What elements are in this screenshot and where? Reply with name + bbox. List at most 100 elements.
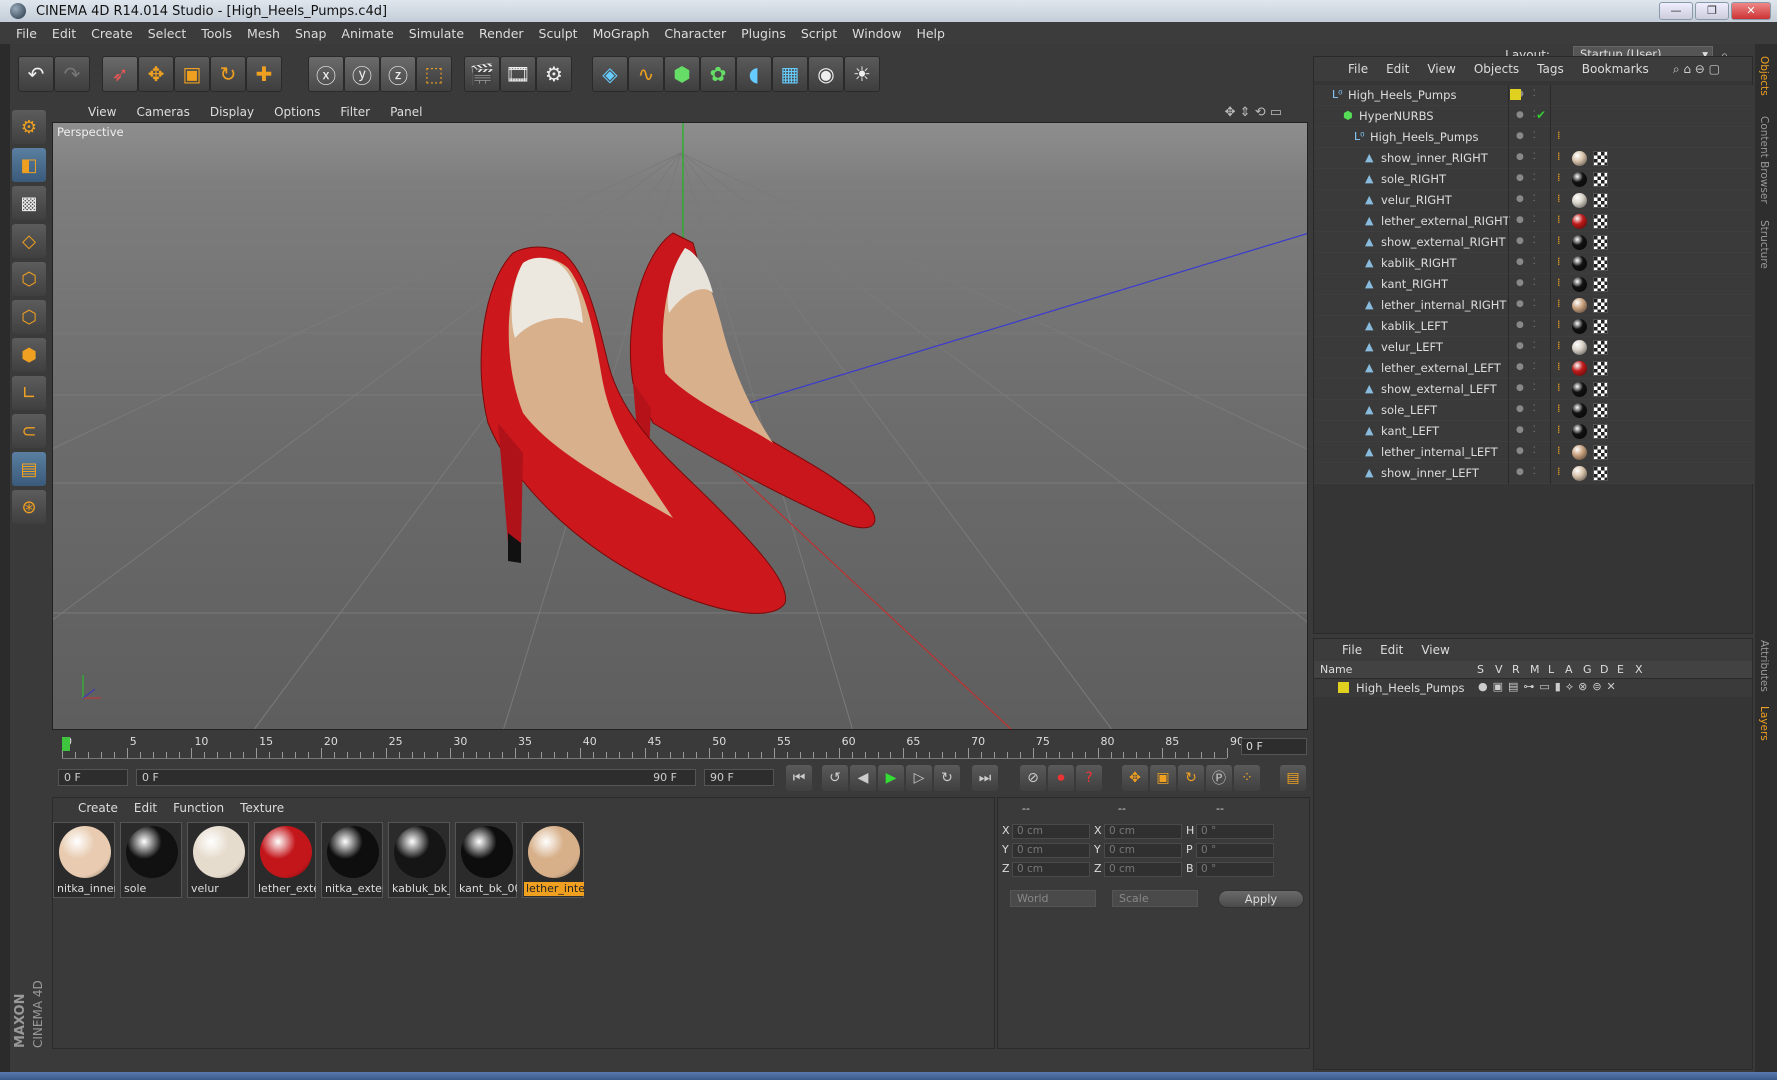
- magnet-snap-icon[interactable]: ⊂: [12, 414, 46, 448]
- start-frame-field[interactable]: 0 F: [58, 769, 128, 786]
- layer-column-header[interactable]: M: [1530, 663, 1540, 676]
- uvw-tag-icon[interactable]: [1593, 361, 1608, 376]
- menu-tools[interactable]: Tools: [201, 26, 232, 41]
- uvw-tag-icon[interactable]: [1593, 340, 1608, 355]
- object-row[interactable]: ▲ lether_external_LEFT ● ⁚ ⁞: [1314, 358, 1754, 379]
- layer-name[interactable]: High_Heels_Pumps: [1356, 681, 1464, 695]
- visibility-dots-icon[interactable]: ● ⁚: [1516, 152, 1546, 162]
- phong-tag-icon[interactable]: ⁞: [1557, 129, 1561, 142]
- material-tag-icon[interactable]: [1572, 424, 1587, 439]
- points-mode-icon[interactable]: ⬡: [12, 262, 46, 296]
- timeline-ruler[interactable]: 051015202530354045505560657075808590: [62, 735, 1244, 759]
- layer-column-header[interactable]: V: [1495, 663, 1503, 676]
- material-menu-create[interactable]: Create: [78, 801, 118, 815]
- phong-tag-icon[interactable]: ⁞: [1557, 444, 1561, 457]
- object-name[interactable]: sole_RIGHT: [1381, 172, 1446, 186]
- uvw-tag-icon[interactable]: [1593, 445, 1608, 460]
- object-name[interactable]: show_inner_RIGHT: [1381, 151, 1488, 165]
- menu-script[interactable]: Script: [801, 26, 837, 41]
- material-tag-icon[interactable]: [1572, 214, 1587, 229]
- layer-row[interactable]: High_Heels_Pumps ●▣▤⊶▭▮⟡⊗⊜✕: [1314, 679, 1752, 697]
- menu-window[interactable]: Window: [852, 26, 901, 41]
- object-name[interactable]: lether_external_RIGHT: [1381, 214, 1510, 228]
- close-button[interactable]: ✕: [1731, 2, 1771, 20]
- visibility-dots-icon[interactable]: ● ⁚: [1516, 341, 1546, 351]
- object-name[interactable]: show_inner_LEFT: [1381, 466, 1479, 480]
- phong-tag-icon[interactable]: ⁞: [1557, 381, 1561, 394]
- layer-color-icon[interactable]: [1510, 89, 1521, 100]
- object-row[interactable]: ▲ lether_external_RIGHT ● ⁚ ⁞: [1314, 211, 1754, 232]
- coordinate-system-icon[interactable]: ⬚: [416, 56, 452, 92]
- menu-edit[interactable]: Edit: [52, 26, 76, 41]
- object-row[interactable]: ▲ show_external_RIGHT ● ⁚ ⁞: [1314, 232, 1754, 253]
- record-parameter-icon[interactable]: Ⓟ: [1206, 765, 1232, 791]
- material-swatch[interactable]: nitka_inner: [53, 822, 115, 898]
- object-name[interactable]: show_external_LEFT: [1381, 382, 1497, 396]
- material-tag-icon[interactable]: [1572, 277, 1587, 292]
- enabled-check-icon[interactable]: ✔: [1536, 108, 1546, 122]
- visibility-dots-icon[interactable]: ● ⁚: [1516, 131, 1546, 141]
- material-swatch[interactable]: sole: [120, 822, 182, 898]
- material-menu-edit[interactable]: Edit: [134, 801, 157, 815]
- y-axis-lock-icon[interactable]: ⓨ: [344, 56, 380, 92]
- objects-menu-view[interactable]: View: [1427, 62, 1455, 76]
- object-name[interactable]: velur_LEFT: [1381, 340, 1443, 354]
- uvw-tag-icon[interactable]: [1593, 403, 1608, 418]
- axis-mode-icon[interactable]: ∟: [12, 376, 46, 410]
- menu-character[interactable]: Character: [664, 26, 726, 41]
- object-row[interactable]: ▲ kablik_RIGHT ● ⁚ ⁞: [1314, 253, 1754, 274]
- material-tag-icon[interactable]: [1572, 466, 1587, 481]
- object-name[interactable]: sole_LEFT: [1381, 403, 1437, 417]
- visibility-dots-icon[interactable]: ● ⁚: [1516, 299, 1546, 309]
- minimize-button[interactable]: —: [1659, 2, 1693, 20]
- playhead[interactable]: [62, 737, 70, 751]
- material-tag-icon[interactable]: [1572, 445, 1587, 460]
- material-tag-icon[interactable]: [1572, 403, 1587, 418]
- layer-column-header[interactable]: D: [1600, 663, 1608, 676]
- scale-tool-icon[interactable]: ▣: [174, 56, 210, 92]
- texture-mode-icon[interactable]: ▩: [12, 186, 46, 220]
- phong-tag-icon[interactable]: ⁞: [1557, 213, 1561, 226]
- layers-menu-edit[interactable]: Edit: [1380, 643, 1403, 657]
- material-menu-texture[interactable]: Texture: [240, 801, 284, 815]
- menu-animate[interactable]: Animate: [341, 26, 393, 41]
- render-settings-icon[interactable]: ⚙: [536, 56, 572, 92]
- material-swatch[interactable]: nitka_exter: [321, 822, 383, 898]
- layer-column-header[interactable]: R: [1512, 663, 1520, 676]
- uvw-tag-icon[interactable]: [1593, 298, 1608, 313]
- object-row[interactable]: ▲ sole_RIGHT ● ⁚ ⁞: [1314, 169, 1754, 190]
- object-row[interactable]: ⬢ HyperNURBS ● ⁚ ✔: [1314, 106, 1754, 127]
- viewport-menu-options[interactable]: Options: [274, 105, 320, 119]
- object-name[interactable]: kablik_LEFT: [1381, 319, 1448, 333]
- phong-tag-icon[interactable]: ⁞: [1557, 297, 1561, 310]
- phong-tag-icon[interactable]: ⁞: [1557, 465, 1561, 478]
- object-name[interactable]: HyperNURBS: [1359, 109, 1434, 123]
- object-row[interactable]: L⁰ High_Heels_Pumps ● ⁚ ⁞: [1314, 127, 1754, 148]
- timeline[interactable]: 051015202530354045505560657075808590 0 F: [52, 733, 1310, 761]
- viewport-menu-display[interactable]: Display: [210, 105, 254, 119]
- render-picture-viewer-icon[interactable]: 🎞: [500, 56, 536, 92]
- material-tag-icon[interactable]: [1572, 235, 1587, 250]
- side-tab-attributes[interactable]: Attributes: [1758, 640, 1770, 692]
- phong-tag-icon[interactable]: ⁞: [1557, 423, 1561, 436]
- uvw-tag-icon[interactable]: [1593, 151, 1608, 166]
- visibility-dots-icon[interactable]: ● ⁚: [1516, 194, 1546, 204]
- layer-toggle-icons[interactable]: ●▣▤⊶▭▮⟡⊗⊜✕: [1478, 680, 1621, 694]
- 3d-viewport[interactable]: Perspective: [52, 122, 1308, 730]
- maximize-button[interactable]: ❐: [1695, 2, 1729, 20]
- camera-object-icon[interactable]: ◉: [808, 56, 844, 92]
- uvw-tag-icon[interactable]: [1593, 172, 1608, 187]
- side-tab-content-browser[interactable]: Content Browser: [1758, 116, 1770, 204]
- axis-locking-icon[interactable]: ⊛: [12, 490, 46, 524]
- visibility-dots-icon[interactable]: ● ⁚: [1516, 320, 1546, 330]
- material-menu-function[interactable]: Function: [173, 801, 224, 815]
- position-field[interactable]: 0 cm: [1012, 843, 1090, 858]
- material-swatch[interactable]: lether_exte: [254, 822, 316, 898]
- material-swatch[interactable]: lether_inte: [522, 822, 584, 898]
- x-axis-lock-icon[interactable]: ⓧ: [308, 56, 344, 92]
- layer-column-header[interactable]: L: [1548, 663, 1554, 676]
- edges-mode-icon[interactable]: ⬡: [12, 300, 46, 334]
- object-row[interactable]: L⁰ High_Heels_Pumps ● ⁚: [1314, 85, 1754, 106]
- visibility-dots-icon[interactable]: ● ⁚: [1516, 446, 1546, 456]
- object-row[interactable]: ▲ kant_LEFT ● ⁚ ⁞: [1314, 421, 1754, 442]
